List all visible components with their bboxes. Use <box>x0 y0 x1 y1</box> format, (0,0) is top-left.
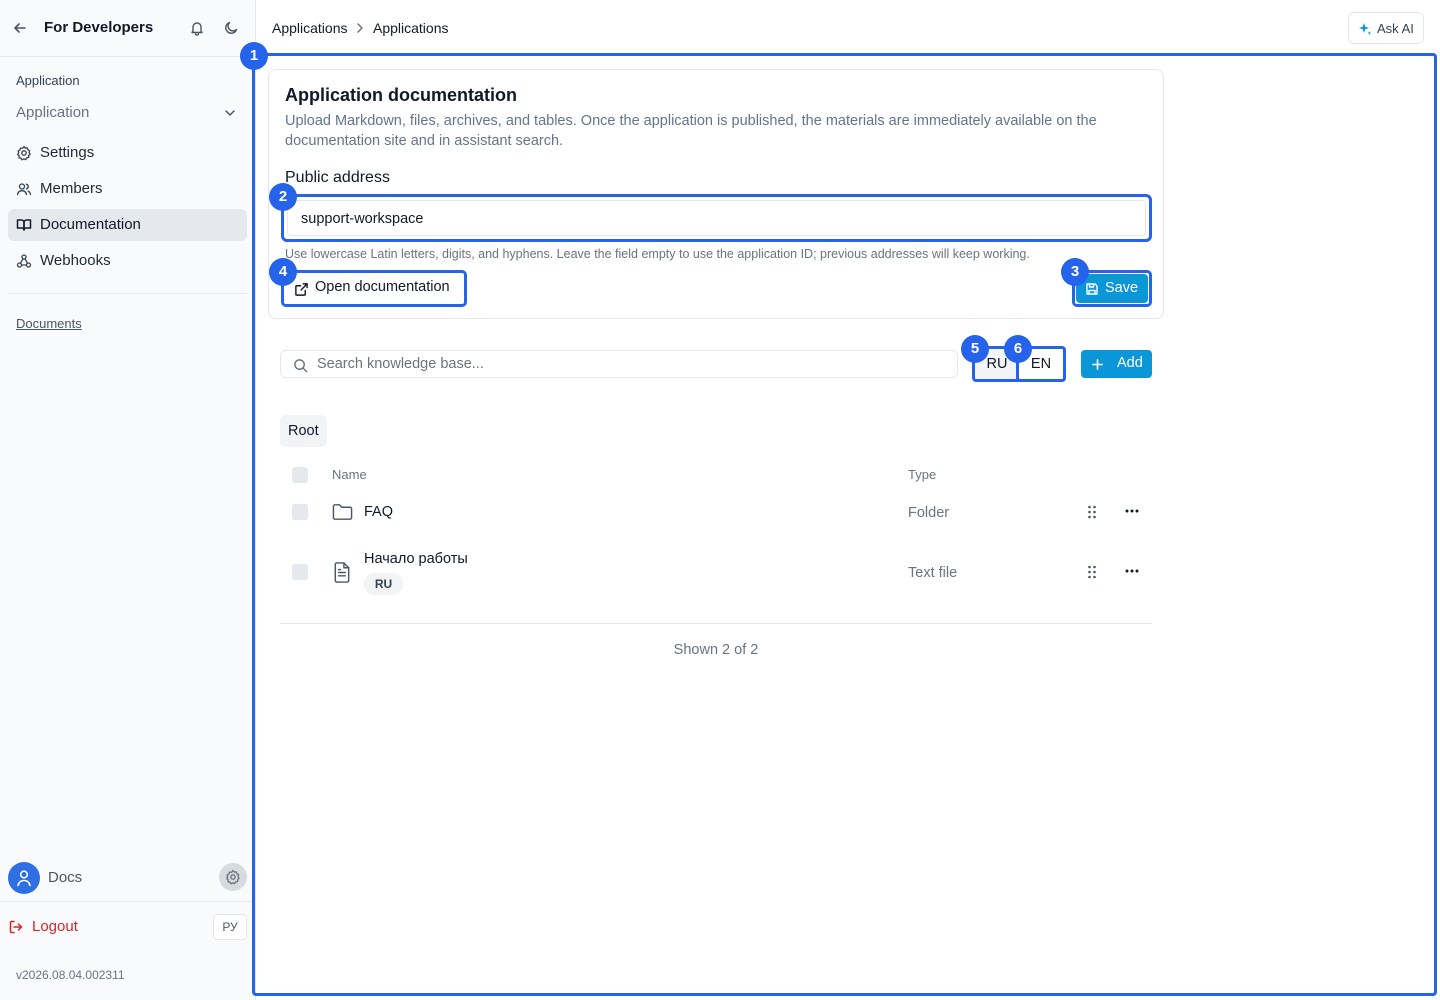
webhook-icon <box>16 253 32 269</box>
topbar: Applications Applications Ask AI <box>256 0 1440 56</box>
sidebar-item-webhooks[interactable]: Webhooks <box>8 245 247 277</box>
sidebar-item-label: Documentation <box>40 216 141 233</box>
sidebar-item-label: Members <box>40 180 103 197</box>
ask-ai-label: Ask AI <box>1377 21 1414 36</box>
moon-icon[interactable] <box>221 18 241 38</box>
breadcrumb-item[interactable]: Applications <box>272 20 348 36</box>
user-row[interactable]: Docs <box>0 858 255 898</box>
sidebar: For Developers Application Application S… <box>0 0 256 1000</box>
avatar[interactable] <box>8 862 40 894</box>
documents-link[interactable]: Documents <box>16 316 82 331</box>
language-toggle-button[interactable]: РУ <box>213 914 247 940</box>
sidebar-title: For Developers <box>44 19 154 36</box>
sidebar-divider <box>8 293 247 294</box>
users-icon <box>16 181 32 197</box>
annotation-badge: 4 <box>269 258 297 286</box>
logout-label: Logout <box>32 918 78 935</box>
back-arrow-icon[interactable] <box>10 18 30 38</box>
book-icon <box>16 217 32 233</box>
user-settings-button[interactable] <box>219 863 247 891</box>
annotation-badge: 6 <box>1004 335 1032 363</box>
application-select-value: Application <box>16 104 90 121</box>
ask-ai-button[interactable]: Ask AI <box>1348 12 1424 44</box>
bell-icon[interactable] <box>187 18 207 38</box>
sidebar-header: For Developers <box>0 0 255 57</box>
user-icon <box>16 869 32 887</box>
chevron-down-icon <box>222 105 238 121</box>
annotation-badge: 3 <box>1061 258 1089 286</box>
breadcrumb-current: Applications <box>373 20 449 36</box>
sidebar-item-label: Webhooks <box>40 252 111 269</box>
annotation-badge: 1 <box>240 42 268 70</box>
sparkle-icon <box>1357 21 1373 37</box>
application-select[interactable]: Application <box>8 98 247 128</box>
user-name: Docs <box>48 869 83 886</box>
sidebar-item-settings[interactable]: Settings <box>8 137 247 169</box>
sidebar-section-label: Application <box>16 73 80 88</box>
sidebar-item-members[interactable]: Members <box>8 173 247 205</box>
annotation-badge: 2 <box>269 183 297 211</box>
gear-icon <box>225 869 241 885</box>
annotation-badge: 5 <box>961 335 989 363</box>
logout-button[interactable]: Logout <box>8 914 128 940</box>
annotation-frame <box>252 53 1437 996</box>
sidebar-item-documentation[interactable]: Documentation <box>8 209 247 241</box>
sidebar-item-label: Settings <box>40 144 95 161</box>
sidebar-footer-divider <box>0 901 255 902</box>
gear-icon <box>16 145 32 161</box>
logout-icon <box>8 919 24 935</box>
app-version: v2026.08.04.002311 <box>16 968 125 982</box>
chevron-right-icon <box>354 20 366 36</box>
